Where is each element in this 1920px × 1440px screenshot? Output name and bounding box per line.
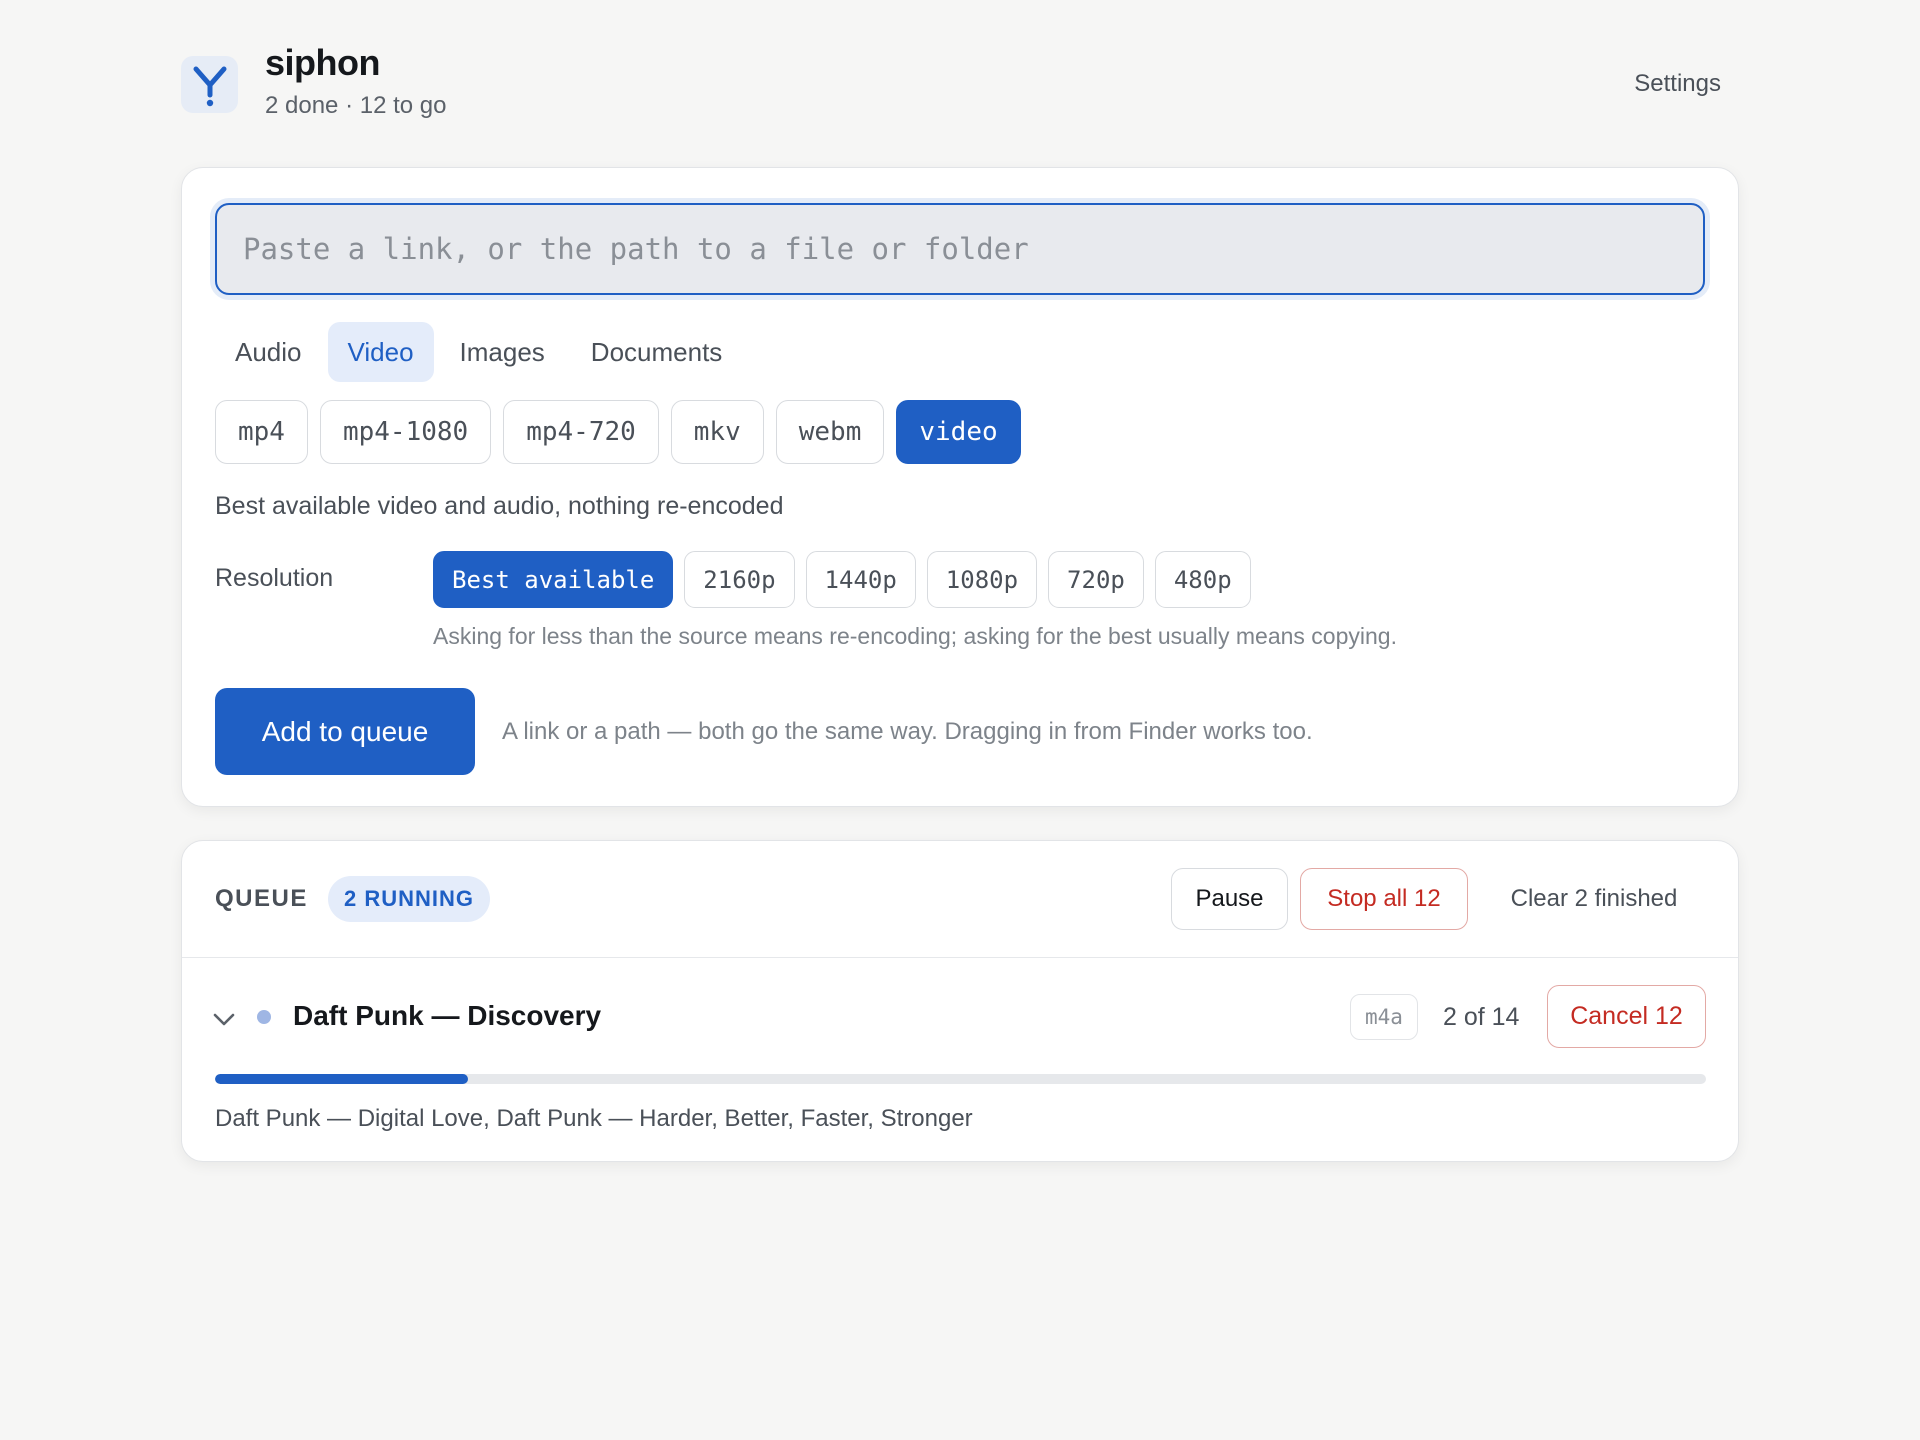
tab-images[interactable]: Images xyxy=(440,322,565,382)
app-status: 2 done · 12 to go xyxy=(265,92,447,119)
resolution-chips: Best available 2160p 1440p 1080p 720p 48… xyxy=(433,551,1251,608)
format-chip-mp4-720[interactable]: mp4-720 xyxy=(503,400,659,464)
job-progress-fill xyxy=(215,1074,469,1084)
resolution-hint: Asking for less than the source means re… xyxy=(433,623,1397,649)
cancel-job-button[interactable]: Cancel 12 xyxy=(1547,985,1706,1048)
tab-video[interactable]: Video xyxy=(327,322,434,382)
clear-finished-button[interactable]: Clear 2 finished xyxy=(1480,868,1708,930)
resolution-chip-2160p[interactable]: 2160p xyxy=(684,551,795,608)
app-header: siphon 2 done · 12 to go Settings xyxy=(181,40,1739,130)
add-card: Audio Video Images Documents mp4 mp4-108… xyxy=(181,167,1739,807)
resolution-chip-1440p[interactable]: 1440p xyxy=(805,551,916,608)
job-title: Daft Punk — Discovery xyxy=(293,1000,602,1031)
queue-job: Daft Punk — Discovery m4a 2 of 14 Cancel… xyxy=(182,959,1738,1163)
app-title: siphon xyxy=(265,42,380,83)
pause-button[interactable]: Pause xyxy=(1171,868,1288,930)
queue-label: QUEUE xyxy=(215,885,308,912)
format-chips: mp4 mp4-1080 mp4-720 mkv webm video xyxy=(215,400,1021,464)
resolution-chip-best[interactable]: Best available xyxy=(433,551,674,608)
running-badge: 2 RUNNING xyxy=(328,876,491,922)
format-chip-video[interactable]: video xyxy=(896,400,1021,464)
resolution-chip-480p[interactable]: 480p xyxy=(1154,551,1251,608)
format-chip-mkv[interactable]: mkv xyxy=(670,400,764,464)
queue-card: QUEUE 2 RUNNING Pause Stop all 12 Clear … xyxy=(181,840,1739,1162)
format-chip-webm[interactable]: webm xyxy=(775,400,885,464)
tab-audio[interactable]: Audio xyxy=(215,322,322,382)
job-progress-bar xyxy=(215,1074,1706,1084)
resolution-chip-1080p[interactable]: 1080p xyxy=(926,551,1038,608)
y-fork-logo-icon xyxy=(181,56,238,113)
settings-link[interactable]: Settings xyxy=(1634,70,1721,98)
media-type-tabs: Audio Video Images Documents xyxy=(215,322,742,382)
job-completed-items: Daft Punk — Digital Love, Daft Punk — Ha… xyxy=(215,1105,973,1132)
format-chip-mp4[interactable]: mp4 xyxy=(215,400,308,464)
url-input[interactable] xyxy=(215,203,1705,295)
resolution-chip-720p[interactable]: 720p xyxy=(1048,551,1144,608)
format-description: Best available video and audio, nothing … xyxy=(215,492,784,520)
submit-hint: A link or a path — both go the same way.… xyxy=(502,718,1313,745)
tab-documents[interactable]: Documents xyxy=(571,322,743,382)
resolution-label: Resolution xyxy=(215,564,334,592)
format-chip-mp4-1080[interactable]: mp4-1080 xyxy=(319,400,492,464)
job-status-dot xyxy=(257,1010,271,1024)
job-format-tag: m4a xyxy=(1350,994,1418,1040)
job-progress-count: 2 of 14 xyxy=(1443,1003,1520,1031)
stop-all-button[interactable]: Stop all 12 xyxy=(1300,868,1468,930)
add-to-queue-button[interactable]: Add to queue xyxy=(215,688,475,775)
queue-header: QUEUE 2 RUNNING Pause Stop all 12 Clear … xyxy=(182,841,1738,958)
chevron-down-icon[interactable] xyxy=(210,1005,238,1033)
